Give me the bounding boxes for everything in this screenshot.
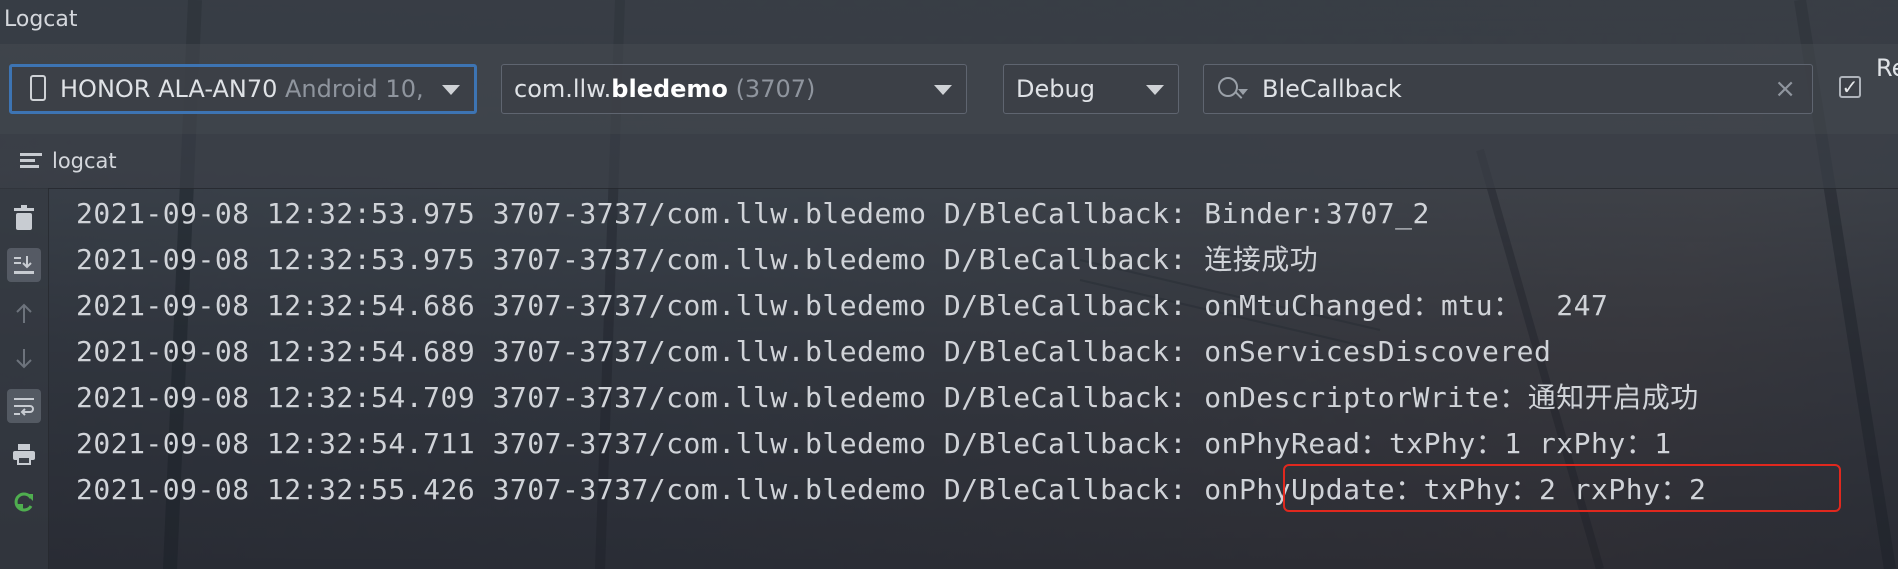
chevron-down-icon [934,85,952,95]
search-history-caret-icon [1238,89,1248,95]
arrow-down-icon [16,349,32,369]
phone-icon [30,75,46,101]
chevron-down-icon [1146,85,1164,95]
log-line: 2021-09-08 12:32:54.711 3707-3737/com.ll… [76,427,1672,460]
log-level-selector[interactable]: Debug [1003,64,1179,114]
process-name: bledemo [611,75,728,103]
scroll-to-end-button[interactable] [7,248,41,282]
device-selector[interactable]: HONOR ALA-AN70 Android 10, [9,64,477,114]
tab-strip: logcat [0,134,1898,189]
soft-wrap-icon [14,398,34,416]
scroll-to-end-icon [14,256,34,274]
soft-wrap-button[interactable] [7,389,41,423]
process-pid: (3707) [735,75,816,103]
logcat-toolbar: HONOR ALA-AN70 Android 10, com.llw.blede… [0,44,1898,134]
regex-label: Re [1876,54,1898,82]
device-name: HONOR ALA-AN70 [60,75,278,103]
print-button[interactable] [7,437,41,471]
log-output[interactable]: 2021-09-08 12:32:53.975 3707-3737/com.ll… [48,188,1898,569]
tool-window-title-bar: Logcat [0,0,1898,44]
restart-logcat-button[interactable] [7,484,41,518]
log-line: 2021-09-08 12:32:53.975 3707-3737/com.ll… [76,197,1430,230]
log-line: 2021-09-08 12:32:54.689 3707-3737/com.ll… [76,335,1552,368]
logcat-side-toolbar [0,188,49,569]
clear-logcat-button[interactable] [7,201,41,235]
search-icon[interactable] [1218,77,1238,97]
log-lines-icon [20,150,42,171]
process-selector[interactable]: com.llw.bledemo (3707) [501,64,967,114]
log-line: 2021-09-08 12:32:54.709 3707-3737/com.ll… [76,381,1699,414]
tab-label: logcat [52,149,117,173]
arrow-up-icon [16,303,32,323]
clear-search-icon[interactable]: × [1774,65,1796,113]
trash-icon [14,205,34,230]
log-search-input[interactable]: BleCallback × [1203,64,1813,114]
device-os: Android 10, [285,75,424,103]
log-level-value: Debug [1016,75,1095,103]
previous-occurrence-button[interactable] [7,296,41,330]
highlight-annotation-box [1283,464,1841,512]
regex-checkbox[interactable]: ✓ [1839,76,1861,98]
chevron-down-icon [442,85,460,95]
printer-icon [13,444,35,465]
window-title: Logcat [4,7,78,32]
tab-logcat[interactable]: logcat [20,134,117,188]
log-line: 2021-09-08 12:32:54.686 3707-3737/com.ll… [76,289,1609,322]
search-value: BleCallback [1262,75,1402,103]
log-line: 2021-09-08 12:32:53.975 3707-3737/com.ll… [76,243,1319,276]
process-prefix: com.llw. [514,75,612,103]
next-occurrence-button[interactable] [7,342,41,376]
restart-icon [14,492,33,512]
